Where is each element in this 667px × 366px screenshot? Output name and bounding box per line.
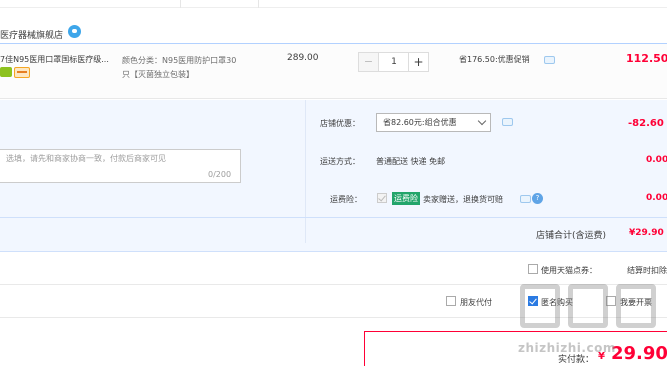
shop-total-label: 店铺合计(含运费) [536, 231, 607, 241]
increase-quantity-button[interactable]: + [408, 53, 428, 71]
shipping-amount: 0.00 [646, 155, 667, 165]
insurance-checkbox[interactable] [377, 193, 387, 203]
chevron-down-icon [477, 116, 487, 126]
sku-line: 颜色分类：N95医用防护口罩30 [122, 56, 237, 65]
shipping-label: 运送方式： [320, 157, 360, 166]
message-char-counter: 0/200 [208, 170, 232, 179]
discount-info-icon[interactable] [544, 56, 555, 64]
shop-discount-select[interactable]: 省82.60元:组合优惠 [376, 113, 491, 132]
friend-pay-label: 朋友代付 [460, 298, 492, 307]
insurance-info-icon[interactable] [520, 195, 531, 203]
column-divider [258, 0, 259, 8]
shop-total-value: ¥29.90 [629, 228, 664, 238]
item-sku: 颜色分类：N95医用防护口罩30 只【灭菌独立包装】 [122, 54, 264, 82]
watermark-text: zhizhizhi.com [518, 341, 616, 355]
panel-divider [305, 100, 306, 243]
insurance-amount: 0.00 [646, 193, 667, 203]
quantity-input[interactable]: 1 [380, 53, 408, 71]
insurance-tag: 运费险 [392, 192, 420, 205]
panel-divider [0, 217, 667, 218]
wangwang-chat-icon[interactable] [68, 25, 81, 38]
insurance-desc: 卖家赠送，退换货可赔 [423, 195, 503, 204]
use-points-checkbox[interactable] [528, 264, 538, 274]
sku-line: 只【灭菌独立包装】 [122, 70, 194, 79]
item-discount: 省176.50:优惠促销 [459, 55, 530, 64]
shop-discount-amount: -82.60 [628, 118, 664, 129]
points-note: 结算时扣除 [627, 266, 667, 275]
decrease-quantity-button[interactable]: − [359, 53, 379, 71]
message-placeholder: 选填，请先和商家协商一致，付款后商家可见 [6, 154, 166, 163]
guarantee-badge-icon[interactable] [0, 67, 12, 77]
quantity-stepper: − 1 + [358, 52, 429, 72]
item-title-link[interactable]: 7佳N95医用口罩国标医疗级... [0, 54, 109, 65]
credit-card-badge-icon[interactable] [14, 67, 30, 78]
shop-name-link[interactable]: 医疗器械旗舰店 [0, 28, 63, 41]
friend-pay-checkbox[interactable] [446, 296, 456, 306]
selected-discount: 省82.60元:组合优惠 [383, 118, 457, 127]
column-divider [180, 0, 181, 8]
item-subtotal: 112.50 [626, 52, 667, 65]
order-item-row [0, 43, 667, 99]
unit-price: 289.00 [287, 53, 319, 63]
use-points-label: 使用天猫点券： [541, 266, 597, 275]
discount-info-icon[interactable] [502, 118, 513, 126]
watermark-logo-icon [520, 284, 660, 336]
shipping-method: 普通配送 快递 免邮 [376, 157, 446, 166]
help-icon[interactable]: ? [532, 193, 543, 204]
actual-payment-value: 29.90 [611, 343, 667, 364]
top-border [0, 0, 667, 8]
shop-discount-label: 店铺优惠： [320, 119, 360, 128]
insurance-label: 运费险： [330, 195, 362, 204]
